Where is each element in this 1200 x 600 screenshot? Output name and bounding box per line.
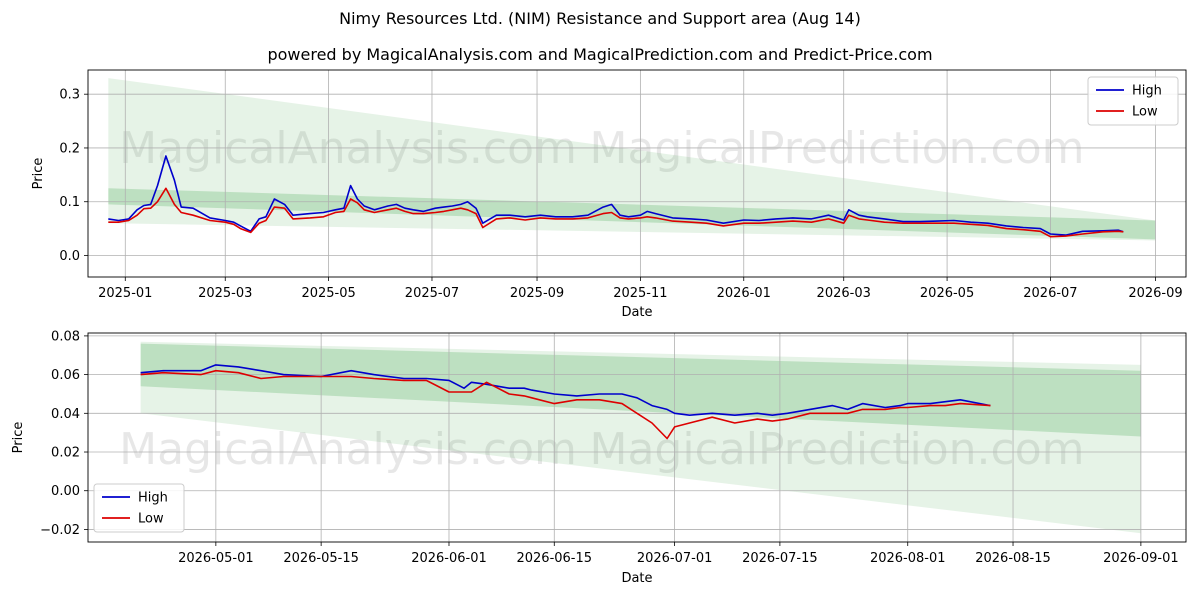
y-tick-label: 0.04: [51, 407, 80, 422]
x-axis-label: Date: [621, 305, 652, 320]
x-tick-label: 2026-07-01: [637, 551, 713, 566]
x-tick-label: 2026-06-15: [516, 551, 592, 566]
x-tick-label: 2026-06-01: [411, 551, 487, 566]
legend: High Low: [93, 483, 185, 533]
x-tick-label: 2026-05-01: [178, 551, 254, 566]
y-tick-label: 0.08: [51, 329, 80, 344]
y-tick-label: 0.3: [59, 88, 80, 103]
x-tick-label: 2026-01: [717, 286, 771, 301]
y-tick-label: 0.0: [59, 249, 80, 264]
y-tick-label: −0.02: [40, 523, 80, 538]
y-tick-label: 0.02: [51, 446, 80, 461]
x-tick-label: 2026-07: [1023, 286, 1077, 301]
y-axis-label: Price: [31, 158, 46, 190]
legend-label-low: Low: [1132, 105, 1158, 120]
x-axis-label: Date: [621, 571, 652, 586]
legend: High Low: [1087, 76, 1179, 126]
x-tick-label: 2026-09-01: [1103, 551, 1179, 566]
charts-canvas: MagicalAnalysis.com MagicalPrediction.com…: [11, 69, 1187, 586]
legend-label-low: Low: [138, 512, 164, 527]
x-tick-label: 2026-05-15: [283, 551, 359, 566]
x-tick-label: 2025-05: [301, 286, 355, 301]
x-tick-label: 2026-07-15: [742, 551, 818, 566]
x-tick-label: 2025-07: [405, 286, 459, 301]
x-tick-label: 2025-01: [98, 286, 152, 301]
x-tick-label: 2025-09: [510, 286, 564, 301]
x-tick-label: 2026-09: [1128, 286, 1182, 301]
x-tick-label: 2025-11: [613, 286, 667, 301]
y-tick-label: 0.2: [59, 141, 80, 156]
chart-panel-1: MagicalAnalysis.com MagicalPrediction.com…: [31, 69, 1187, 320]
y-axis-label: Price: [11, 422, 26, 454]
x-tick-label: 2026-08-01: [870, 551, 946, 566]
x-tick-label: 2025-03: [198, 286, 252, 301]
chart-panel-2: MagicalAnalysis.com MagicalPrediction.com…: [11, 329, 1187, 586]
y-tick-label: 0.00: [51, 484, 80, 499]
x-tick-label: 2026-08-15: [975, 551, 1051, 566]
y-tick-label: 0.06: [51, 368, 80, 383]
legend-label-high: High: [1132, 84, 1162, 99]
y-tick-label: 0.1: [59, 195, 80, 210]
x-tick-label: 2026-03: [817, 286, 871, 301]
legend-label-high: High: [138, 491, 168, 506]
x-tick-label: 2026-05: [920, 286, 974, 301]
